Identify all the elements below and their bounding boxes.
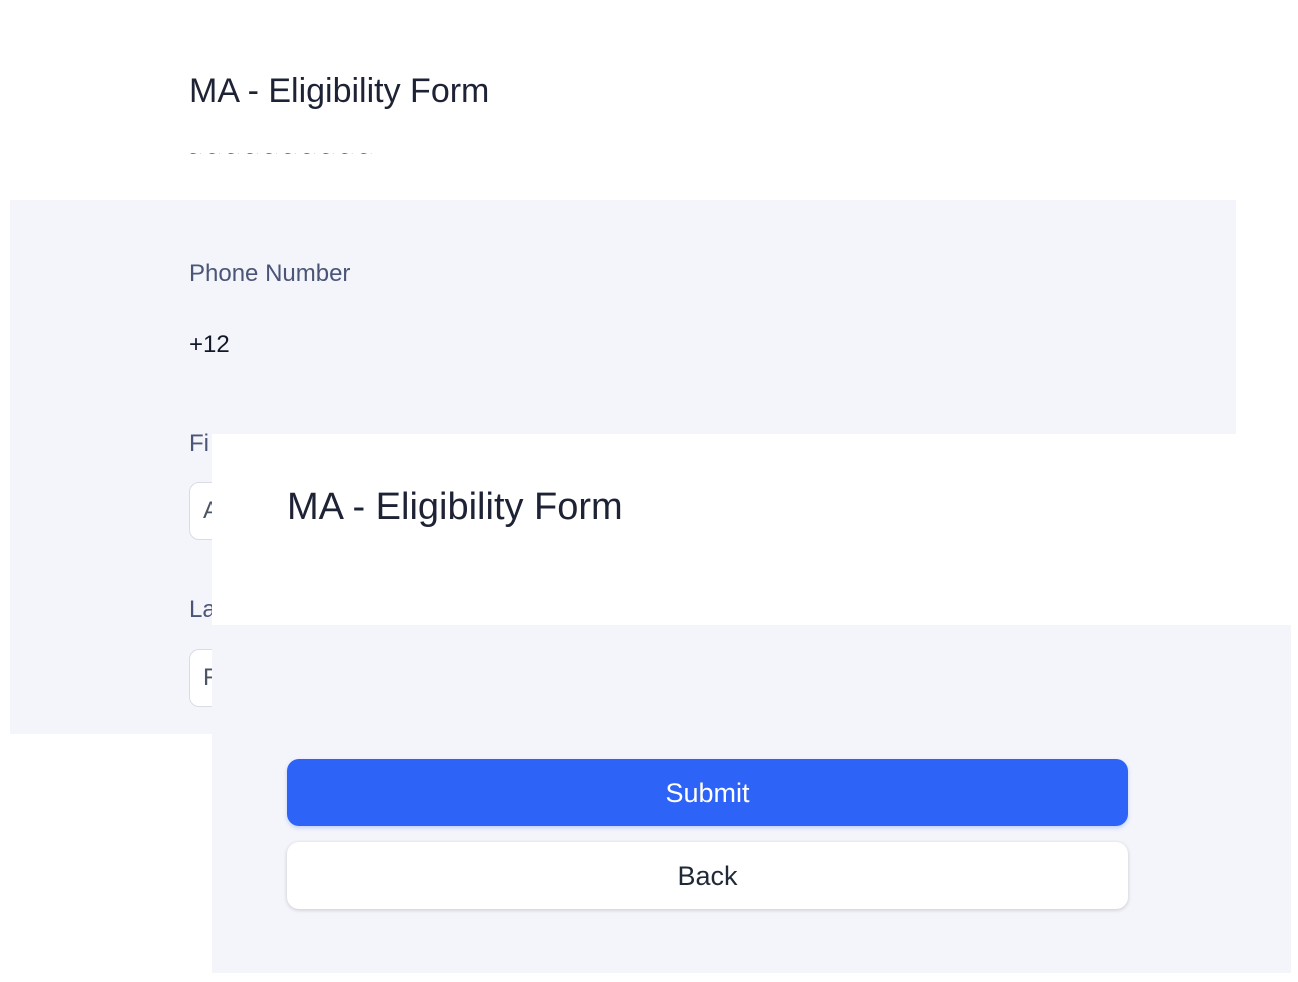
phone-number-value[interactable]: +12 bbox=[189, 331, 230, 359]
foreground-form-actions: Submit Back bbox=[212, 625, 1291, 973]
background-subtitle-clipped: ~ ~ ~ ~ ~ ~ ~ ~ ~ ~ bbox=[189, 138, 489, 155]
background-page-title: MA - Eligibility Form bbox=[189, 72, 490, 110]
phone-number-label: Phone Number bbox=[189, 260, 351, 287]
screenshot-stage: MA - Eligibility Form ~ ~ ~ ~ ~ ~ ~ ~ ~ … bbox=[0, 0, 1298, 982]
submit-button[interactable]: Submit bbox=[287, 759, 1128, 826]
foreground-form-screen: MA - Eligibility Form Submit Back bbox=[212, 434, 1291, 973]
first-name-label: Fi bbox=[189, 430, 209, 457]
background-subtitle-text: ~ ~ ~ ~ ~ ~ ~ ~ ~ ~ bbox=[189, 144, 489, 155]
back-button[interactable]: Back bbox=[287, 842, 1128, 909]
foreground-page-title: MA - Eligibility Form bbox=[287, 486, 623, 528]
